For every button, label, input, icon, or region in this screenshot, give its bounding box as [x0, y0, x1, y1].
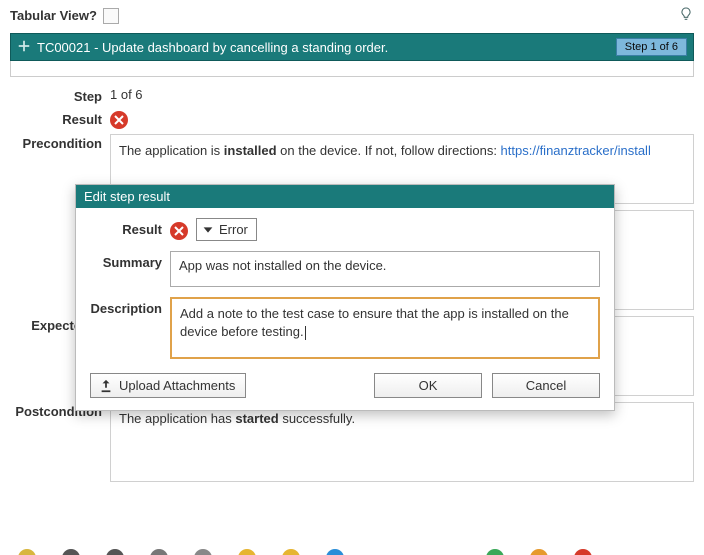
dialog-result-fail-icon[interactable] — [170, 222, 188, 240]
tool-icon[interactable] — [486, 549, 504, 555]
edit-step-result-dialog: Edit step result Result Error Summary Ap… — [75, 184, 615, 411]
description-input[interactable]: Add a note to the test case to ensure th… — [170, 297, 600, 359]
dialog-footer: Upload Attachments OK Cancel — [90, 369, 600, 398]
label-step: Step — [10, 87, 110, 104]
tool-icon[interactable] — [574, 549, 592, 555]
tool-icon[interactable] — [326, 549, 344, 555]
value-step: 1 of 6 — [110, 87, 694, 104]
result-fail-icon[interactable] — [110, 111, 128, 129]
dialog-label-summary: Summary — [90, 251, 170, 270]
tool-icon[interactable] — [194, 549, 212, 555]
ok-button[interactable]: OK — [374, 373, 482, 398]
tabular-view-label: Tabular View? — [10, 8, 97, 23]
dialog-label-result: Result — [90, 218, 170, 237]
tool-icon[interactable] — [238, 549, 256, 555]
bottom-tool-strip — [0, 547, 704, 555]
dialog-row-description: Description Add a note to the test case … — [90, 297, 600, 359]
top-bar: Tabular View? — [0, 0, 704, 33]
chevron-down-icon — [201, 223, 215, 237]
result-type-value: Error — [219, 222, 248, 237]
label-postcondition: Postcondition — [10, 402, 110, 482]
result-type-dropdown[interactable]: Error — [196, 218, 257, 241]
label-result: Result — [10, 110, 110, 128]
value-postcondition: The application has started successfully… — [110, 402, 694, 482]
tool-icon[interactable] — [62, 549, 80, 555]
row-step: Step 1 of 6 — [10, 87, 694, 104]
step-badge: Step 1 of 6 — [616, 38, 687, 56]
tool-icon[interactable] — [530, 549, 548, 555]
hint-bulb-icon[interactable] — [678, 4, 694, 27]
upload-icon — [99, 379, 113, 393]
dialog-label-description: Description — [90, 297, 170, 316]
row-result: Result — [10, 110, 694, 128]
testcase-header[interactable]: TC00021 - Update dashboard by cancelling… — [10, 33, 694, 61]
tool-icon[interactable] — [282, 549, 300, 555]
upload-attachments-button[interactable]: Upload Attachments — [90, 373, 246, 398]
cancel-button[interactable]: Cancel — [492, 373, 600, 398]
summary-input[interactable]: App was not installed on the device. — [170, 251, 600, 287]
precondition-link[interactable]: https://finanztracker/install — [501, 143, 651, 158]
testcase-title: TC00021 - Update dashboard by cancelling… — [37, 40, 388, 55]
tabular-view-toggle[interactable]: Tabular View? — [10, 8, 119, 24]
dialog-row-result: Result Error — [90, 218, 600, 241]
testcase-sub-outline — [10, 61, 694, 77]
tabular-view-checkbox[interactable] — [103, 8, 119, 24]
expand-collapse-icon[interactable] — [17, 39, 31, 56]
tool-icon[interactable] — [18, 549, 36, 555]
row-postcondition: Postcondition The application has starte… — [10, 402, 694, 482]
tool-icon[interactable] — [150, 549, 168, 555]
dialog-row-summary: Summary App was not installed on the dev… — [90, 251, 600, 287]
dialog-title: Edit step result — [76, 185, 614, 208]
tool-icon[interactable] — [106, 549, 124, 555]
